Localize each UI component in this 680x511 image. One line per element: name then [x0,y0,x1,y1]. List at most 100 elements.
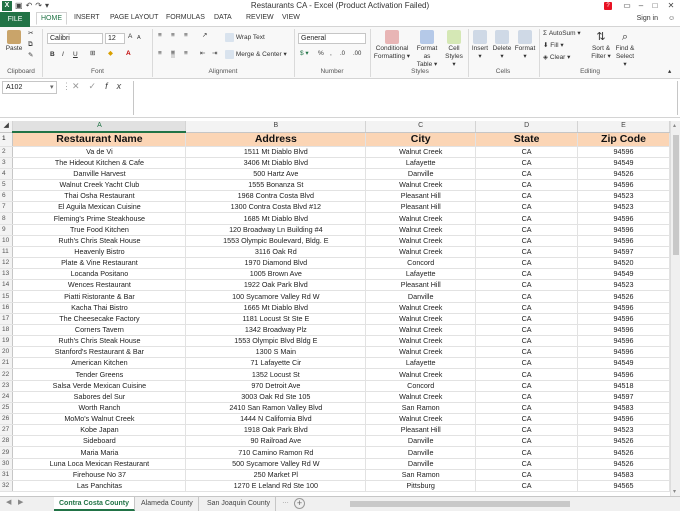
cell-restaurant-name[interactable]: Ruth's Chris Steak House [12,235,187,247]
cell-state[interactable]: CA [475,290,579,303]
cell-state[interactable]: CA [475,357,579,370]
cell-restaurant-name[interactable]: Wences Restaurant [12,279,187,292]
name-box-dropdown-icon[interactable]: ▾ [50,83,54,91]
cell-city[interactable]: Walnut Creek [365,346,477,359]
cell-address[interactable]: 1352 Locust St [185,368,367,381]
format-cells-button[interactable]: Format ▾ [514,30,536,61]
tab-formulas[interactable]: FORMULAS [166,14,205,21]
cell-restaurant-name[interactable]: Danville Harvest [12,168,187,181]
format-painter-icon[interactable]: ✎ [28,52,33,60]
cell-state[interactable]: CA [475,268,579,281]
clear-button[interactable]: ◈ Clear ▾ [543,54,570,62]
cell-address[interactable]: 1922 Oak Park Blvd [185,279,367,292]
cut-icon[interactable]: ✂ [28,30,33,38]
tab-insert[interactable]: INSERT [74,14,100,21]
find-select-button[interactable]: ⌕ Find & Select ▾ [614,30,636,69]
cell-restaurant-name[interactable]: Piatti Ristorante & Bar [12,290,187,303]
cell-state[interactable]: CA [475,346,579,359]
ribbon-display-icon[interactable]: ▭ [620,0,634,12]
cell-address[interactable]: 3406 Mt Diablo Blvd [185,157,367,169]
cell-restaurant-name[interactable]: Kobe Japan [12,424,187,437]
cell-zip[interactable]: 94523 [577,424,670,437]
sheet-tab-alameda[interactable]: Alameda County [136,497,199,511]
align-left-icon[interactable]: ≡ [158,50,162,58]
cell-city[interactable]: Walnut Creek [365,335,477,348]
cell-restaurant-name[interactable]: Fleming's Prime Steakhouse [12,212,187,225]
cell-restaurant-name[interactable]: Walnut Creek Yacht Club [12,179,187,192]
cell-address[interactable]: 500 Sycamore Valley Rd W [185,458,367,470]
row-number[interactable]: 17 [0,313,14,325]
cell-city[interactable]: Walnut Creek [365,413,477,426]
row-number[interactable]: 9 [0,224,14,236]
cell-address[interactable]: 1270 E Leland Rd Ste 100 [185,480,367,493]
row-number[interactable]: 5 [0,179,14,192]
cell-city[interactable]: Walnut Creek [365,313,477,325]
cell-restaurant-name[interactable]: Sideboard [12,435,187,448]
cell-restaurant-name[interactable]: Las Panchitas [12,480,187,493]
user-icon[interactable]: ☺ [668,15,675,22]
shrink-font-icon[interactable]: A [137,34,141,42]
delete-cells-button[interactable]: Delete ▾ [492,30,512,61]
cell-address[interactable]: 90 Railroad Ave [185,435,367,448]
header-state[interactable]: State [475,132,579,147]
cell-address[interactable]: 1181 Locust St Ste E [185,313,367,325]
name-box[interactable]: A102 [2,81,57,94]
tab-review[interactable]: REVIEW [246,14,274,21]
row-number[interactable]: 7 [0,201,14,214]
percent-icon[interactable]: % [318,50,324,58]
cell-address[interactable]: 1342 Broadway Plz [185,324,367,337]
cell-zip[interactable]: 94523 [577,201,670,214]
cell-city[interactable]: Pleasant Hill [365,201,477,214]
font-name-select[interactable]: Calibri [47,33,103,44]
cell-address[interactable]: 1665 Mt Diablo Blvd [185,302,367,314]
scroll-thumb[interactable] [673,135,679,255]
cell-table[interactable]: ◢ A B C D E 1 Restaurant Name Address Ci… [0,121,670,493]
cell-city[interactable]: Walnut Creek [365,212,477,225]
cell-address[interactable]: 1968 Contra Costa Blvd [185,190,367,203]
cell-address[interactable]: 1555 Bonanza St [185,179,367,192]
cell-restaurant-name[interactable]: True Food Kitchen [12,224,187,236]
cell-state[interactable]: CA [475,224,579,236]
cell-restaurant-name[interactable]: Ruth's Chris Steak House [12,335,187,348]
decrease-indent-icon[interactable]: ⇤ [200,50,205,58]
cell-state[interactable]: CA [475,424,579,437]
cell-restaurant-name[interactable]: Thai Osha Restaurant [12,190,187,203]
cell-restaurant-name[interactable]: Kacha Thai Bistro [12,302,187,314]
row-number[interactable]: 25 [0,402,14,415]
next-sheet-icon[interactable]: ▶ [18,498,23,506]
cell-state[interactable]: CA [475,257,579,270]
help-icon[interactable]: ? [604,2,612,10]
cell-zip[interactable]: 94526 [577,168,670,181]
cell-zip[interactable]: 94520 [577,257,670,270]
row-number[interactable]: 23 [0,380,14,392]
cell-zip[interactable]: 94596 [577,346,670,359]
copy-icon[interactable]: ⧉ [28,41,33,49]
row-number[interactable]: 10 [0,235,14,247]
tab-view[interactable]: VIEW [282,14,300,21]
row-number[interactable]: 32 [0,480,14,493]
cell-restaurant-name[interactable]: The Cheesecake Factory [12,313,187,325]
row-number[interactable]: 22 [0,368,14,381]
cell-state[interactable]: CA [475,435,579,448]
cell-state[interactable]: CA [475,201,579,214]
cell-restaurant-name[interactable]: Tender Greens [12,368,187,381]
cell-zip[interactable]: 94526 [577,435,670,448]
cell-address[interactable]: 3003 Oak Rd Ste 105 [185,391,367,403]
cell-zip[interactable]: 94523 [577,279,670,292]
cell-state[interactable]: CA [475,480,579,493]
cell-zip[interactable]: 94549 [577,157,670,169]
cell-restaurant-name[interactable]: Luna Loca Mexican Restaurant [12,458,187,470]
cell-address[interactable]: 1918 Oak Park Blvd [185,424,367,437]
cell-city[interactable]: Danville [365,290,477,303]
cell-zip[interactable]: 94549 [577,357,670,370]
cell-state[interactable]: CA [475,313,579,325]
cell-zip[interactable]: 94583 [577,402,670,415]
cell-address[interactable]: 2410 San Ramon Valley Blvd [185,402,367,415]
cell-zip[interactable]: 94523 [577,190,670,203]
row-number[interactable]: 24 [0,391,14,403]
cell-restaurant-name[interactable]: Plate & Vine Restaurant [12,257,187,270]
close-icon[interactable]: ✕ [664,0,678,12]
cell-city[interactable]: Concord [365,380,477,392]
cell-state[interactable]: CA [475,157,579,169]
cell-city[interactable]: Danville [365,168,477,181]
